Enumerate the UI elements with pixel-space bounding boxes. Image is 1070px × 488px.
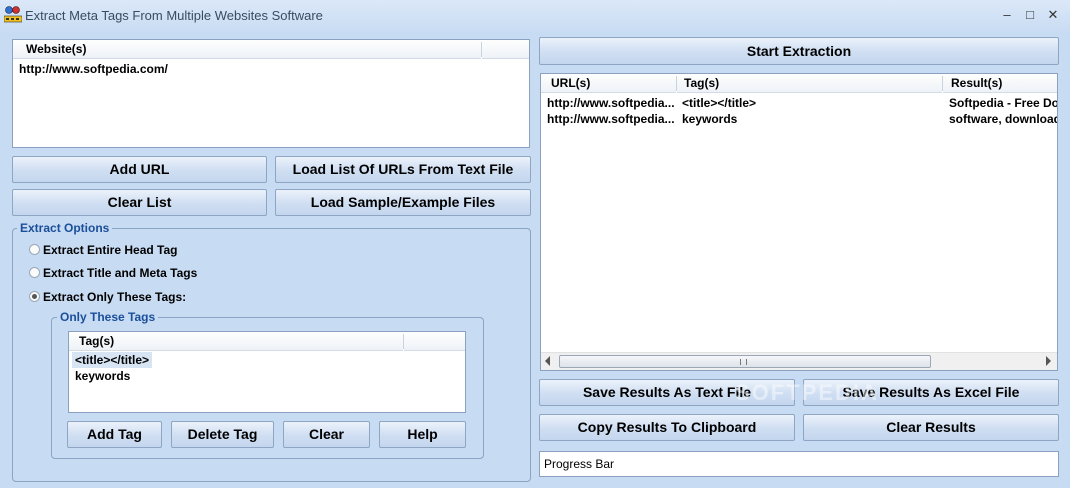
title-bar: Extract Meta Tags From Multiple Websites… [0,0,1070,32]
column-header-spacer [482,40,529,59]
save-results-text-button[interactable]: Save Results As Text File [539,379,795,406]
start-extraction-button[interactable]: Start Extraction [539,37,1059,65]
website-list-item[interactable]: http://www.softpedia.com/ [19,62,168,76]
results-cell-url[interactable]: http://www.softpedia... [547,96,675,110]
clear-tags-button[interactable]: Clear [283,421,370,448]
results-cell-tag[interactable]: keywords [682,112,937,126]
save-results-excel-button[interactable]: Save Results As Excel File [803,379,1059,406]
radio-label-entire-head[interactable]: Extract Entire Head Tag [43,243,177,257]
results-cell-result[interactable]: software, download [949,112,1057,126]
minimize-button[interactable]: – [996,6,1018,24]
scrollbar-thumb[interactable] [559,355,931,368]
clear-results-button[interactable]: Clear Results [803,414,1059,441]
scroll-left-arrow-icon[interactable] [545,356,550,366]
progress-bar: Progress Bar [539,451,1059,477]
results-column-url[interactable]: URL(s) [541,74,676,93]
results-column-result[interactable]: Result(s) [943,74,1057,93]
results-list[interactable]: URL(s) Tag(s) Result(s) http://www.softp… [540,73,1058,371]
website-list[interactable]: Website(s) http://www.softpedia.com/ [12,39,530,148]
load-url-list-button[interactable]: Load List Of URLs From Text File [275,156,531,183]
clear-list-button[interactable]: Clear List [12,189,267,216]
app-icon [3,5,23,23]
only-these-tags-legend: Only These Tags [57,310,159,324]
copy-results-clipboard-button[interactable]: Copy Results To Clipboard [539,414,795,441]
delete-tag-button[interactable]: Delete Tag [171,421,274,448]
load-sample-files-button[interactable]: Load Sample/Example Files [275,189,531,216]
column-header-spacer [404,332,465,351]
results-cell-result[interactable]: Softpedia - Free Dow [949,96,1057,110]
website-column-header[interactable]: Website(s) [13,40,481,59]
add-tag-button[interactable]: Add Tag [67,421,162,448]
scrollbar-grip-icon [740,359,747,365]
radio-only-these-tags[interactable] [29,291,40,302]
horizontal-scrollbar[interactable] [541,352,1057,370]
window-title: Extract Meta Tags From Multiple Websites… [25,8,323,23]
radio-entire-head[interactable] [29,244,40,255]
radio-label-title-meta[interactable]: Extract Title and Meta Tags [43,266,197,280]
close-button[interactable]: ✕ [1042,6,1064,24]
radio-title-meta[interactable] [29,267,40,278]
tag-list-item-selected[interactable]: <title></title> [72,352,153,368]
results-cell-tag[interactable]: <title></title> [682,96,937,110]
maximize-button[interactable]: □ [1019,6,1041,24]
help-button[interactable]: Help [379,421,466,448]
tags-column-header[interactable]: Tag(s) [69,332,403,351]
tag-list-item[interactable]: keywords [75,369,130,383]
tags-list[interactable]: Tag(s) <title></title> keywords [68,331,466,413]
results-cell-url[interactable]: http://www.softpedia... [547,112,675,126]
results-column-tag[interactable]: Tag(s) [677,74,942,93]
scroll-right-arrow-icon[interactable] [1046,356,1051,366]
extract-options-legend: Extract Options [17,221,113,235]
radio-label-only-these-tags[interactable]: Extract Only These Tags: [43,290,186,304]
add-url-button[interactable]: Add URL [12,156,267,183]
